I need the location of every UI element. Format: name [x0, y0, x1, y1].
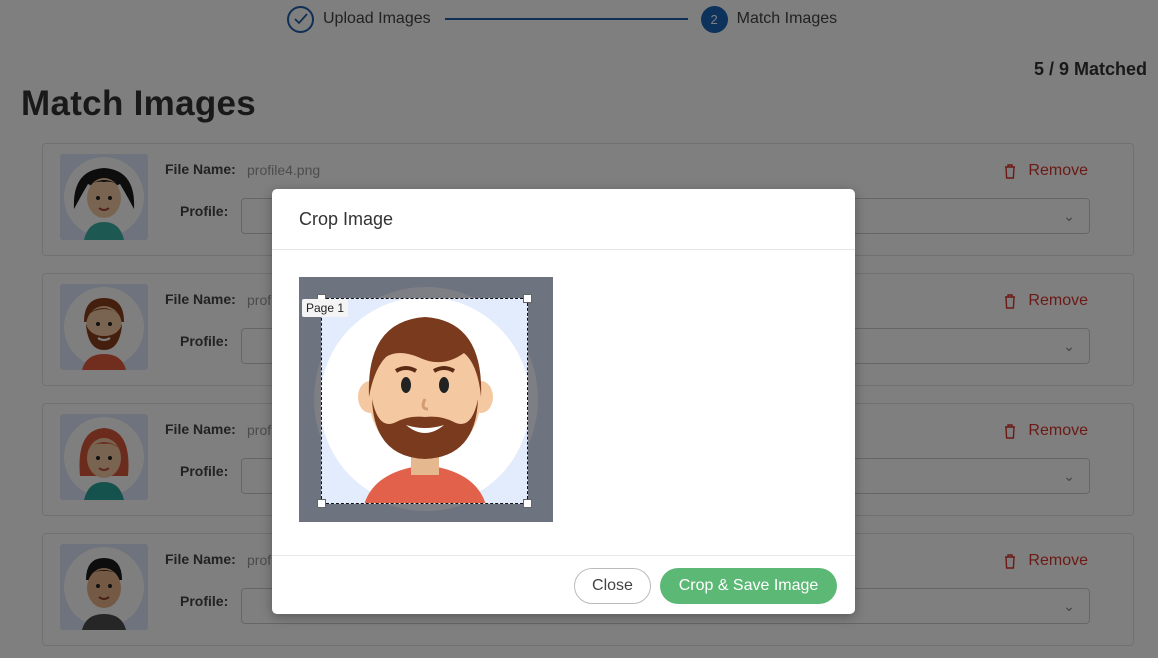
crop-handle-top-right[interactable]: [523, 294, 532, 303]
crop-handle-bottom-left[interactable]: [317, 499, 326, 508]
crop-and-save-button[interactable]: Crop & Save Image: [660, 568, 837, 604]
modal-header: Crop Image: [272, 189, 855, 250]
crop-handle-bottom-right[interactable]: [523, 499, 532, 508]
crop-canvas[interactable]: Page 1: [299, 277, 553, 522]
man-beard-avatar: [322, 299, 527, 503]
close-button[interactable]: Close: [574, 568, 651, 604]
crop-selection[interactable]: [321, 298, 528, 504]
modal-title: Crop Image: [299, 209, 394, 229]
modal-footer: Close Crop & Save Image: [272, 555, 855, 614]
crop-image-modal: Crop Image Page 1 Close Crop & Save Imag…: [272, 189, 855, 614]
page-tag: Page 1: [302, 299, 349, 317]
